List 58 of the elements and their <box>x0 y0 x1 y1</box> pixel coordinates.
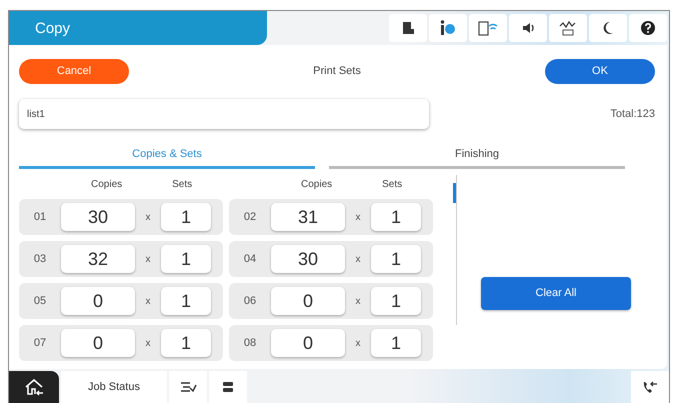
phone-icon <box>641 379 659 395</box>
set-number: 08 <box>242 337 258 349</box>
set-number: 01 <box>32 211 48 223</box>
sets-field[interactable]: 1 <box>161 329 211 357</box>
times-sign: x <box>144 338 152 348</box>
set-number: 06 <box>242 295 258 307</box>
times-sign: x <box>144 254 152 264</box>
copies-field[interactable]: 31 <box>271 203 345 231</box>
sets-field[interactable]: 1 <box>161 203 211 231</box>
arrange-button[interactable] <box>169 371 207 403</box>
clear-all-button[interactable]: Clear All <box>481 276 631 310</box>
wifi-icon[interactable] <box>478 20 498 36</box>
column-header: Sets <box>382 178 402 190</box>
copies-field[interactable]: 32 <box>61 245 135 273</box>
name-field[interactable]: list1 <box>19 99 429 129</box>
tab[interactable]: Copies & Sets <box>19 141 315 169</box>
times-sign: x <box>144 296 152 306</box>
copies-field[interactable]: 0 <box>271 329 345 357</box>
set-number: 05 <box>32 295 48 307</box>
times-sign: x <box>354 296 362 306</box>
sets-field[interactable]: 1 <box>371 287 421 315</box>
column-header: Sets <box>172 178 192 190</box>
tab[interactable]: Finishing <box>329 141 625 169</box>
sets-field[interactable]: 1 <box>161 287 211 315</box>
app-title: Copy <box>9 11 267 45</box>
set-number: 03 <box>32 253 48 265</box>
column-header: Copies <box>91 178 122 190</box>
speaker-icon[interactable] <box>521 20 535 36</box>
sets-field[interactable]: 1 <box>371 245 421 273</box>
times-sign: x <box>354 254 362 264</box>
moon-icon[interactable] <box>601 20 615 36</box>
set-number: 04 <box>242 253 258 265</box>
copies-field[interactable]: 30 <box>271 245 345 273</box>
info-icon[interactable] <box>440 20 456 36</box>
times-sign: x <box>354 212 362 222</box>
column-header: Copies <box>301 178 332 190</box>
times-sign: x <box>144 212 152 222</box>
copies-field[interactable]: 30 <box>61 203 135 231</box>
screen-title: Print Sets <box>313 65 361 77</box>
copies-field[interactable]: 0 <box>61 329 135 357</box>
copies-field[interactable]: 0 <box>61 287 135 315</box>
scrollbar-thumb[interactable] <box>453 183 456 203</box>
tray-button[interactable] <box>209 371 247 403</box>
help-icon[interactable] <box>640 20 656 36</box>
phone-button[interactable] <box>631 371 669 403</box>
copies-field[interactable]: 0 <box>271 287 345 315</box>
home-button[interactable] <box>9 371 59 403</box>
sets-field[interactable]: 1 <box>371 203 421 231</box>
times-sign: x <box>354 338 362 348</box>
sets-field[interactable]: 1 <box>371 329 421 357</box>
set-number: 07 <box>32 337 48 349</box>
ok-button[interactable]: OK <box>545 58 655 84</box>
set-number: 02 <box>242 211 258 223</box>
sets-field[interactable]: 1 <box>161 245 211 273</box>
job-status-button[interactable]: Job Status <box>61 371 167 403</box>
total-count: Total:123 <box>610 108 655 120</box>
tray-icon <box>221 379 235 395</box>
house-icon <box>24 377 44 397</box>
